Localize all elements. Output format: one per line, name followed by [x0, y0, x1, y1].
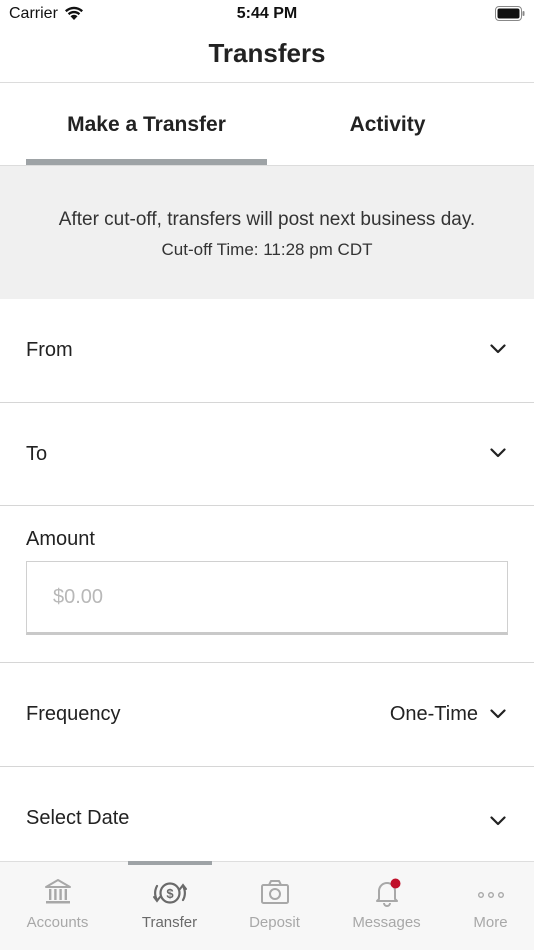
tab-activity[interactable]: Activity — [267, 83, 508, 166]
svg-text:$: $ — [166, 886, 174, 901]
select-date-label: Select Date — [26, 807, 130, 829]
date-selector[interactable]: Select Date — [0, 767, 534, 861]
frequency-label: Frequency — [26, 703, 121, 725]
bell-icon — [333, 878, 440, 908]
status-bar: Carrier 5:44 PM — [0, 0, 534, 28]
frequency-value: One-Time — [389, 703, 478, 725]
tab-label-messages: Messages — [352, 914, 421, 931]
tab-deposit[interactable]: Deposit — [221, 862, 328, 950]
transfer-tabs: Make a Transfer Activity — [0, 83, 534, 166]
amount-label: Amount — [26, 528, 95, 550]
camera-icon — [221, 878, 328, 908]
from-label: From — [26, 339, 73, 361]
cutoff-notice: After cut-off, transfers will post next … — [0, 166, 534, 299]
bottom-tab-bar: Accounts $ Transfer Deposit Messages Mor… — [0, 861, 534, 950]
chevron-down-icon — [490, 445, 506, 463]
tab-accounts[interactable]: Accounts — [4, 862, 111, 950]
chevron-down-icon — [490, 341, 506, 359]
chevron-down-icon — [490, 813, 506, 831]
cutoff-message: After cut-off, transfers will post next … — [58, 209, 476, 230]
to-label: To — [26, 443, 48, 465]
tab-transfer[interactable]: $ Transfer — [116, 862, 223, 950]
chevron-down-icon — [490, 706, 506, 724]
transfer-dollar-icon: $ — [116, 878, 223, 908]
battery-icon — [495, 6, 525, 26]
more-dots-icon — [437, 878, 534, 908]
tab-label-transfer: Transfer — [141, 914, 198, 931]
cutoff-time: Cut-off Time: 11:28 pm CDT — [161, 240, 373, 259]
from-account-selector[interactable]: From — [0, 299, 534, 403]
frequency-selector[interactable]: Frequency One-Time — [0, 663, 534, 767]
notification-badge — [390, 878, 400, 889]
to-account-selector[interactable]: To — [0, 403, 534, 506]
tab-make-a-transfer[interactable]: Make a Transfer — [26, 83, 267, 166]
amount-input[interactable] — [26, 561, 508, 635]
status-time: 5:44 PM — [236, 5, 298, 22]
tab-messages[interactable]: Messages — [333, 862, 440, 950]
page-title: Transfers — [208, 38, 326, 68]
tab-label-deposit: Deposit — [249, 914, 300, 931]
tab-more[interactable]: More — [437, 862, 534, 950]
tab-label-more: More — [473, 914, 508, 931]
bank-icon — [4, 878, 111, 908]
tab-label-accounts: Accounts — [26, 914, 89, 931]
